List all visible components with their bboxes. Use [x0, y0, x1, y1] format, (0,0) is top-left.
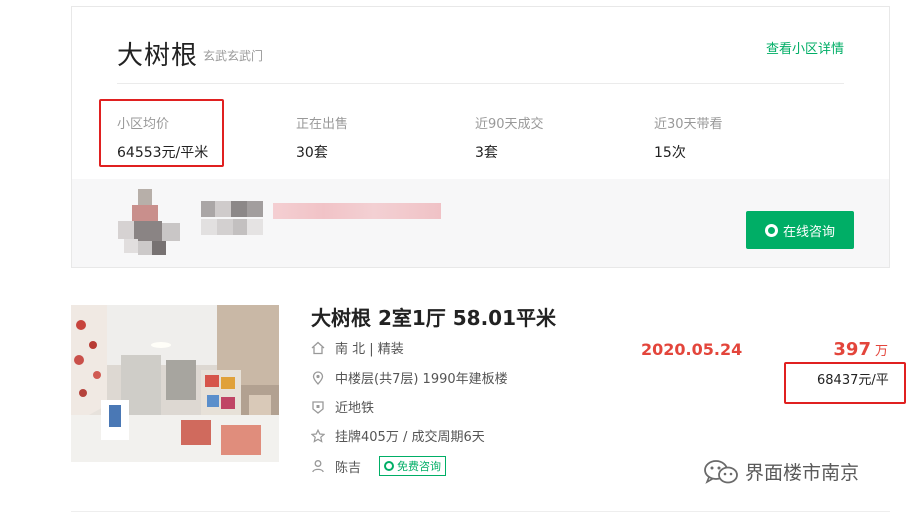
divider [117, 83, 844, 84]
stat-value: 30套 [296, 145, 328, 161]
home-icon [311, 341, 325, 354]
location-icon [312, 370, 324, 385]
watermark-text: 界面楼市南京 [745, 462, 860, 484]
room-photo [71, 305, 279, 462]
deal-price-unit: 万 [874, 344, 888, 359]
chat-icon [764, 223, 778, 237]
listing-title[interactable]: 大树根 2室1厅 58.01平米 [311, 302, 556, 331]
listing-subway: 近地铁 [335, 401, 375, 416]
deal-price: 397 万 [833, 339, 888, 360]
stat-label: 近90天成交 [475, 117, 544, 132]
listing-subway-row: 近地铁 [311, 397, 374, 416]
divider [71, 511, 890, 512]
agent-tag-blurred [273, 203, 441, 219]
listing-orientation-row: 南 北 | 精装 [311, 338, 404, 357]
chat-icon [384, 461, 395, 471]
stat-viewings-30d: 近30天带看 15次 [654, 113, 723, 162]
deal-date: 2020.05.24 [641, 340, 743, 359]
stat-label: 正在出售 [296, 117, 349, 132]
listing-photo[interactable] [71, 305, 279, 462]
stat-value: 64553元/平米 [117, 145, 209, 161]
listing-agent-name[interactable]: 陈吉 [335, 457, 361, 476]
free-consult-label: 免费咨询 [397, 460, 442, 473]
community-detail-link[interactable]: 查看小区详情 [766, 38, 844, 57]
watermark: 界面楼市南京 [703, 458, 859, 485]
agent-name-blurred [201, 201, 263, 241]
person-icon [312, 460, 324, 473]
stat-label: 小区均价 [117, 117, 170, 132]
deal-price-value: 397 [833, 339, 871, 360]
listing-floor-info: 中楼层(共7层) 1990年建板楼 [335, 372, 508, 387]
stat-average-price: 小区均价 64553元/平米 [117, 113, 208, 162]
listing-price-cycle: 挂牌405万 / 成交周期6天 [335, 430, 485, 445]
listing-orientation: 南 北 | 精装 [335, 342, 404, 357]
wechat-icon [704, 459, 738, 484]
unit-price: 68437元/平 [817, 373, 889, 388]
listing-info-row: 挂牌405万 / 成交周期6天 [311, 426, 485, 445]
stat-value: 3套 [475, 145, 498, 161]
star-icon [311, 428, 325, 443]
free-consult-button[interactable]: 免费咨询 [379, 456, 447, 476]
community-name: 大树根 [117, 41, 199, 71]
stat-value: 15次 [654, 145, 686, 161]
community-district: 玄武玄武门 [203, 49, 264, 63]
avatar[interactable] [118, 189, 180, 255]
subway-icon [312, 400, 324, 414]
online-consult-button[interactable]: 在线咨询 [746, 211, 854, 249]
community-card: 大树根 玄武玄武门 查看小区详情 小区均价 64553元/平米 正在出售 30套… [71, 6, 890, 268]
listing-floor-row: 中楼层(共7层) 1990年建板楼 [311, 368, 508, 387]
stat-deals-90d: 近90天成交 3套 [475, 113, 544, 162]
listing-agent-row: 陈吉 免费咨询 [311, 456, 447, 476]
consult-button-label: 在线咨询 [782, 224, 835, 240]
stat-label: 近30天带看 [654, 117, 723, 132]
stat-on-sale: 正在出售 30套 [296, 113, 348, 162]
agent-strip: 在线咨询 [72, 179, 889, 267]
